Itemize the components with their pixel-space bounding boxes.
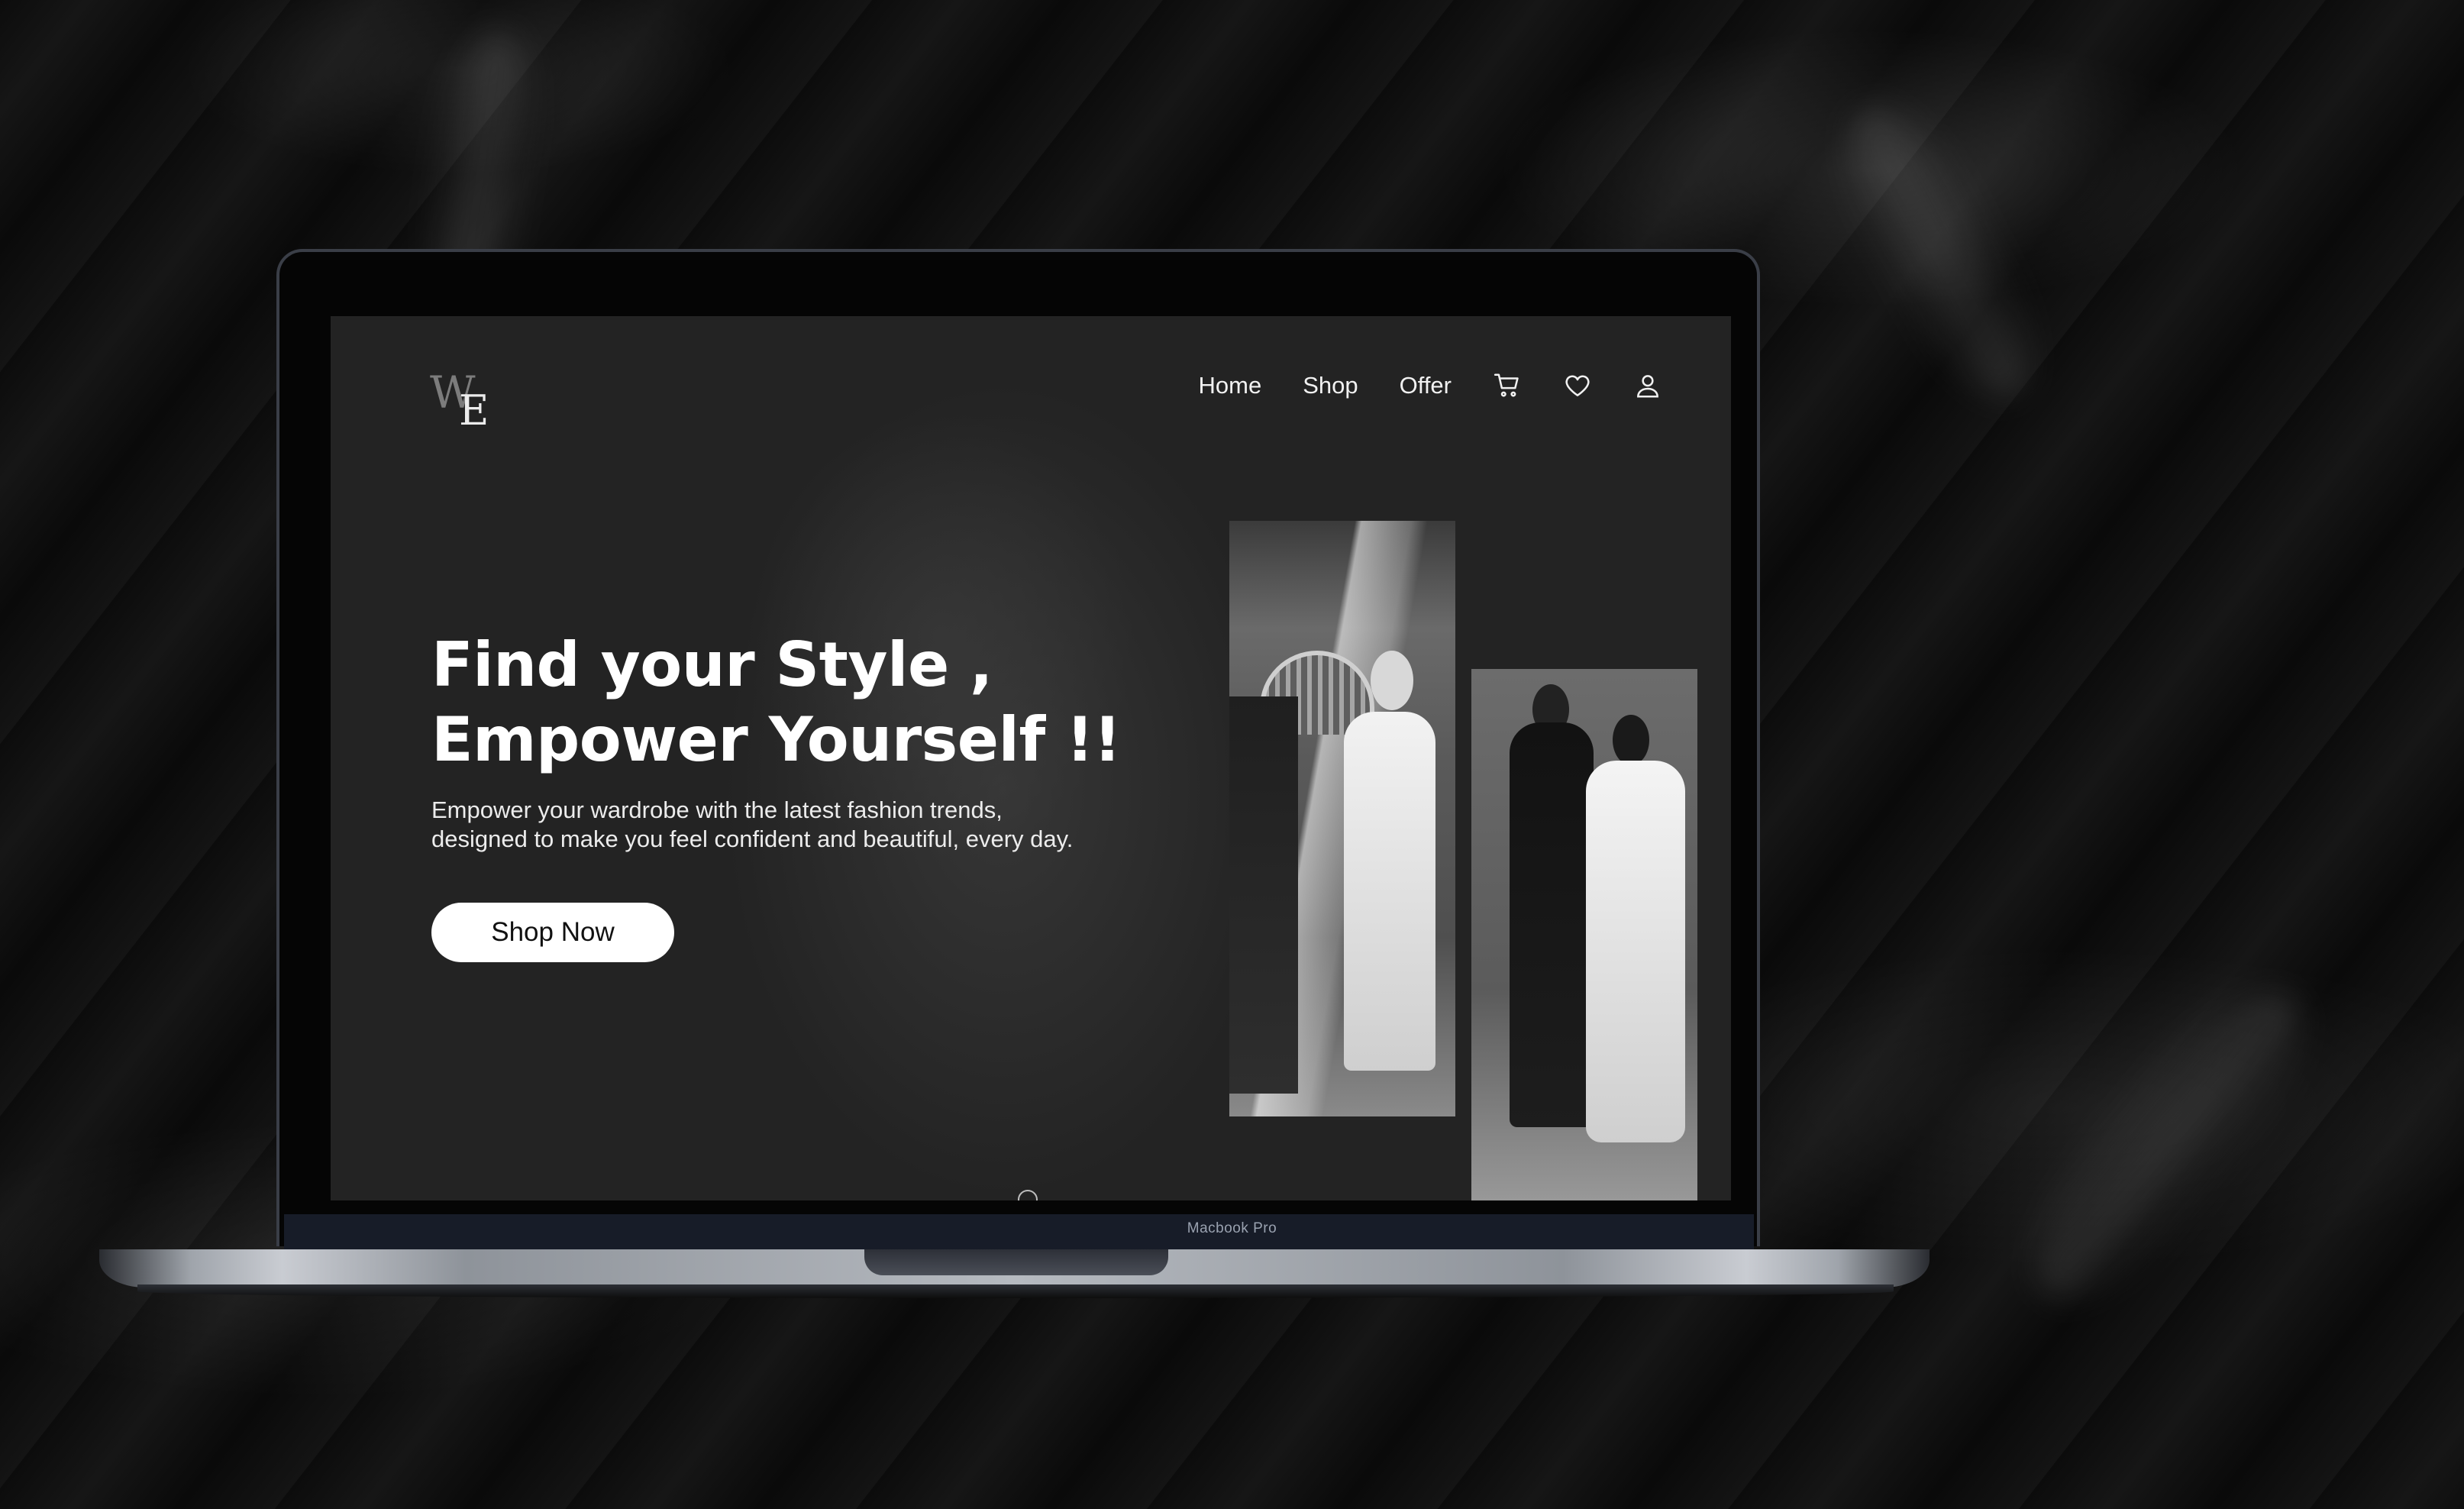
nav-shop-link[interactable]: Shop — [1303, 372, 1358, 399]
hero-heading: Find your Style , Empower Yourself !! — [431, 628, 1195, 777]
scroll-indicator[interactable] — [1018, 1190, 1038, 1200]
laptop-base-shadow — [137, 1284, 1894, 1298]
fashion-photo-duo — [1471, 669, 1697, 1200]
fabric-highlight — [1993, 955, 2344, 1336]
logo-letter-e: E — [459, 386, 489, 435]
nav-offer-link[interactable]: Offer — [1400, 372, 1452, 399]
fabric-highlight — [1810, 82, 2069, 422]
fashion-photo-station — [1229, 521, 1455, 1116]
laptop-notch — [864, 1249, 1168, 1275]
dark-coat-figure — [1229, 696, 1298, 1094]
shop-now-button[interactable]: Shop Now — [431, 903, 674, 962]
nav-home-link[interactable]: Home — [1199, 372, 1262, 399]
cart-icon[interactable] — [1493, 371, 1522, 400]
hero-subtitle-line-1: Empower your wardrobe with the latest fa… — [431, 797, 1003, 823]
main-navigation: Home Shop Offer — [1199, 371, 1662, 400]
hero-subtitle: Empower your wardrobe with the latest fa… — [431, 796, 1233, 854]
hero-heading-line-1: Find your Style , — [431, 629, 993, 700]
hero-heading-line-2: Empower Yourself !! — [431, 704, 1122, 775]
white-coat-figure — [1344, 712, 1435, 1071]
white-suit-figure — [1586, 761, 1685, 1142]
model-head-shape — [1613, 715, 1649, 765]
model-head-shape — [1371, 651, 1413, 710]
heart-icon[interactable] — [1563, 371, 1592, 400]
website-screen: W E Home Shop Offer Find your Style , Em… — [331, 316, 1731, 1200]
device-label: Macbook Pro — [1187, 1220, 1277, 1236]
user-icon[interactable] — [1633, 371, 1662, 400]
brand-logo[interactable]: W E — [430, 367, 499, 435]
hero-subtitle-line-2: designed to make you feel confident and … — [431, 826, 1074, 852]
black-suit-figure — [1510, 722, 1594, 1127]
